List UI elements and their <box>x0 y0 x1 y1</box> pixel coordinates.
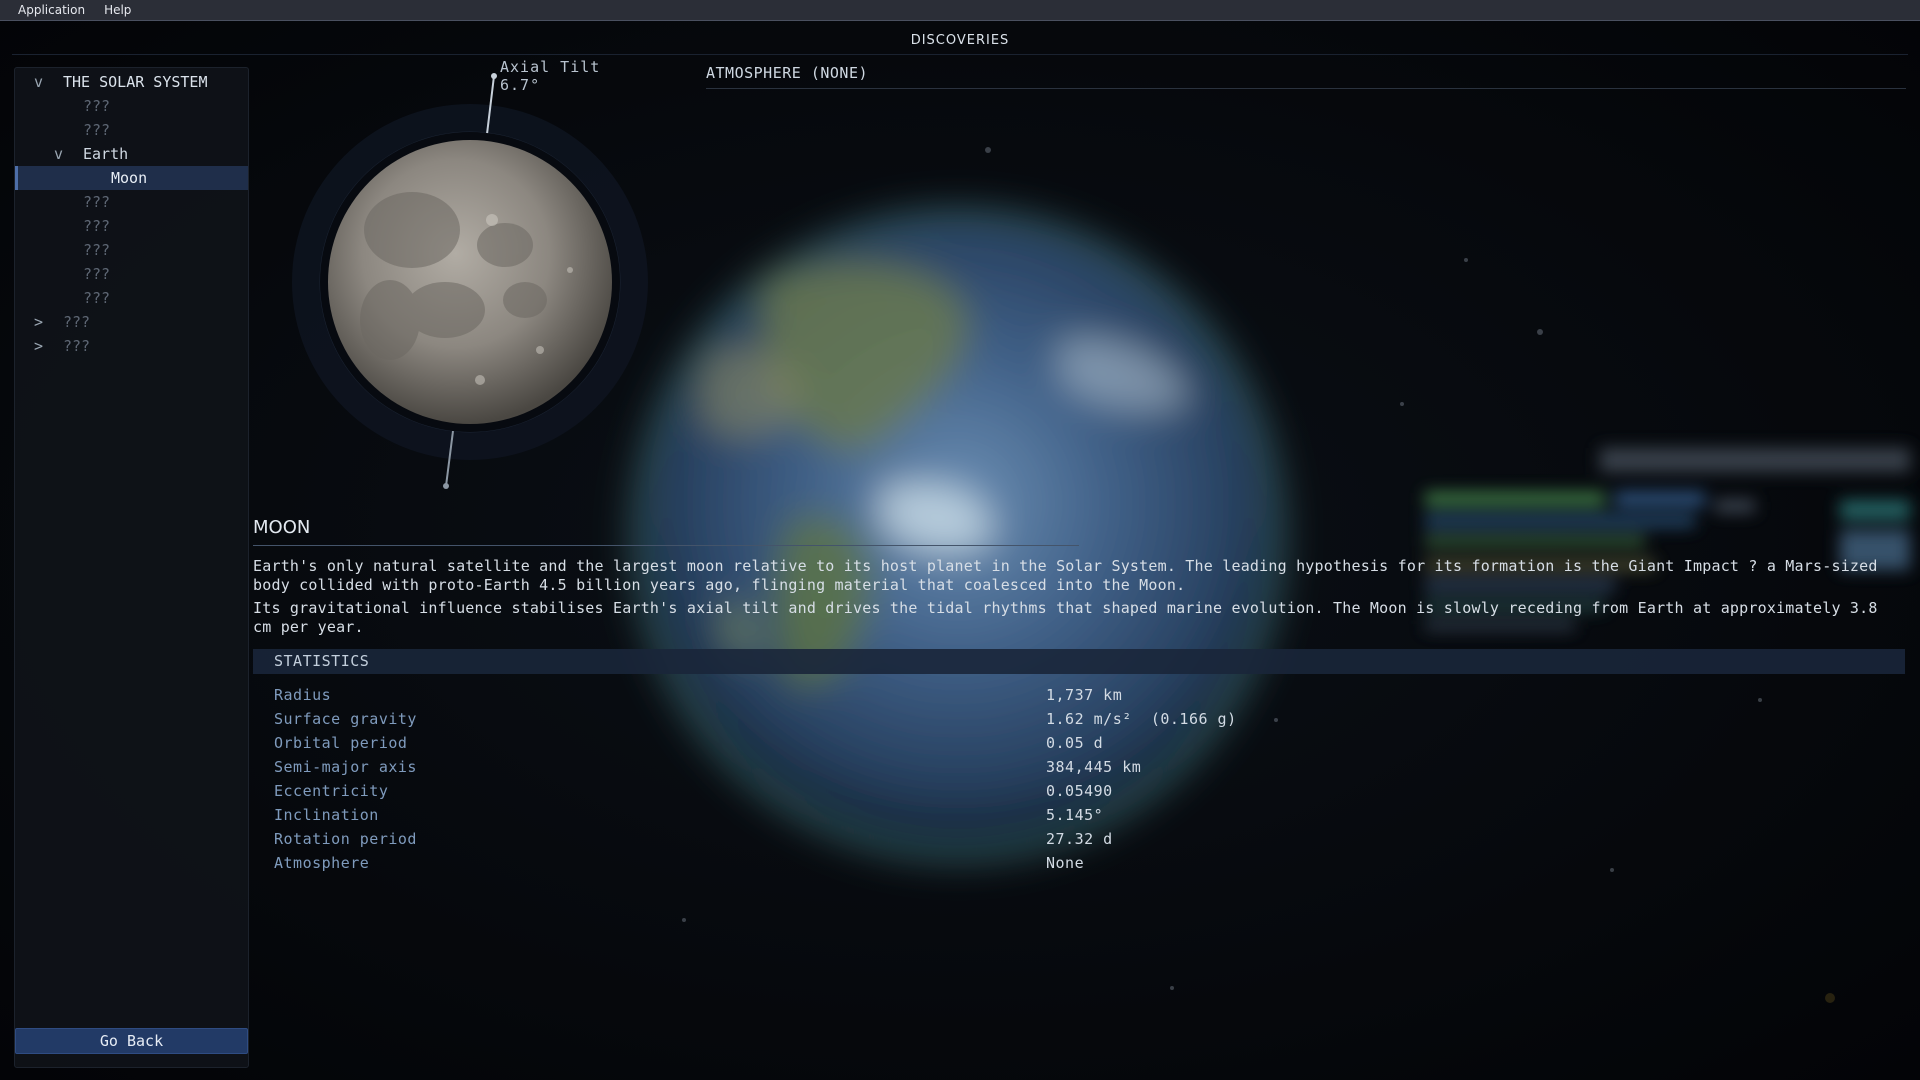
tree-item-label: ??? <box>63 337 91 355</box>
tree-item-unknown[interactable]: ??? <box>15 286 248 310</box>
menu-help[interactable]: Help <box>95 0 141 20</box>
atmosphere-header: ATMOSPHERE (NONE) <box>706 64 1906 89</box>
axial-tilt-value: 6.7° <box>500 76 541 94</box>
tree-item-label: Moon <box>111 169 148 187</box>
body-title: MOON <box>253 515 1079 546</box>
stat-value: 1,737 km <box>1046 686 1123 704</box>
menu-bar: Application Help <box>0 0 1920 21</box>
tree-item-unknown[interactable]: ??? <box>15 214 248 238</box>
tree-item-label: ??? <box>83 121 111 139</box>
tree-item-label: ??? <box>83 217 111 235</box>
tree-item-unknown[interactable]: ??? <box>15 238 248 262</box>
tree-item-label: ??? <box>83 97 111 115</box>
go-back-button[interactable]: Go Back <box>15 1028 248 1054</box>
tree-item-label: ??? <box>83 241 111 259</box>
stat-value: 1.62 m/s² (0.166 g) <box>1046 710 1237 728</box>
tree-item-unknown-group[interactable]: > ??? <box>15 334 248 358</box>
description-paragraph: Earth's only natural satellite and the l… <box>253 557 1878 594</box>
stat-label: Radius <box>274 686 332 704</box>
stat-label: Inclination <box>274 806 379 824</box>
tree-item-unknown[interactable]: ??? <box>15 118 248 142</box>
discoveries-screen: Application Help DISCOVERIES v THE SOLAR… <box>0 0 1920 1080</box>
moon-globe <box>328 140 612 424</box>
stat-row-eccentricity: Eccentricity 0.05490 <box>274 779 1874 803</box>
stat-row-inclination: Inclination 5.145° <box>274 803 1874 827</box>
menu-application[interactable]: Application <box>0 0 95 20</box>
stat-row-atmosphere: Atmosphere None <box>274 851 1874 875</box>
stat-row-rotation-period: Rotation period 27.32 d <box>274 827 1874 851</box>
tree-item-label: ??? <box>83 193 111 211</box>
stat-value: 384,445 km <box>1046 758 1142 776</box>
tree-item-label: ??? <box>63 313 91 331</box>
stat-label: Orbital period <box>274 734 408 752</box>
stat-label: Surface gravity <box>274 710 417 728</box>
stat-value: 5.145° <box>1046 806 1104 824</box>
tree-item-label: ??? <box>83 289 111 307</box>
stat-value: 27.32 d <box>1046 830 1113 848</box>
stat-row-semi-major-axis: Semi-major axis 384,445 km <box>274 755 1874 779</box>
discoveries-tree-panel: v THE SOLAR SYSTEM ??? ??? v Earth Moon … <box>14 67 249 1068</box>
stat-row-surface-gravity: Surface gravity 1.62 m/s² (0.166 g) <box>274 707 1874 731</box>
tree-item-label: Earth <box>83 145 129 163</box>
description-paragraph: Its gravitational influence stabilises E… <box>253 599 1878 636</box>
tree-item-unknown-group[interactable]: > ??? <box>15 310 248 334</box>
chevron-down-icon: v <box>54 145 64 163</box>
stat-label: Rotation period <box>274 830 417 848</box>
stat-label: Semi-major axis <box>274 758 417 776</box>
axial-tilt-marker-bottom <box>443 483 449 489</box>
chevron-down-icon: v <box>34 73 44 91</box>
statistics-header: STATISTICS <box>253 649 1905 674</box>
axial-tilt-label: Axial Tilt <box>500 58 601 76</box>
page-title: DISCOVERIES <box>12 26 1908 55</box>
stat-value: None <box>1046 854 1085 872</box>
chevron-right-icon: > <box>34 337 44 355</box>
tree-item-earth[interactable]: v Earth <box>15 142 248 166</box>
chevron-right-icon: > <box>34 313 44 331</box>
tree-item-label: ??? <box>83 265 111 283</box>
stat-label: Eccentricity <box>274 782 389 800</box>
tree-root-solar-system[interactable]: v THE SOLAR SYSTEM <box>15 70 248 94</box>
axial-tilt-marker[interactable] <box>491 73 497 79</box>
tree-item-unknown[interactable]: ??? <box>15 94 248 118</box>
tree-item-moon[interactable]: Moon <box>15 166 248 190</box>
stat-row-orbital-period: Orbital period 0.05 d <box>274 731 1874 755</box>
stat-label: Atmosphere <box>274 854 370 872</box>
tree-item-unknown[interactable]: ??? <box>15 262 248 286</box>
stat-value: 0.05 d <box>1046 734 1104 752</box>
stat-row-radius: Radius 1,737 km <box>274 683 1874 707</box>
tree-root-label: THE SOLAR SYSTEM <box>63 73 208 91</box>
axial-tilt-readout: Axial Tilt 6.7° <box>500 58 600 94</box>
stat-value: 0.05490 <box>1046 782 1113 800</box>
moon-viewer[interactable] <box>280 60 670 500</box>
tree-item-unknown[interactable]: ??? <box>15 190 248 214</box>
